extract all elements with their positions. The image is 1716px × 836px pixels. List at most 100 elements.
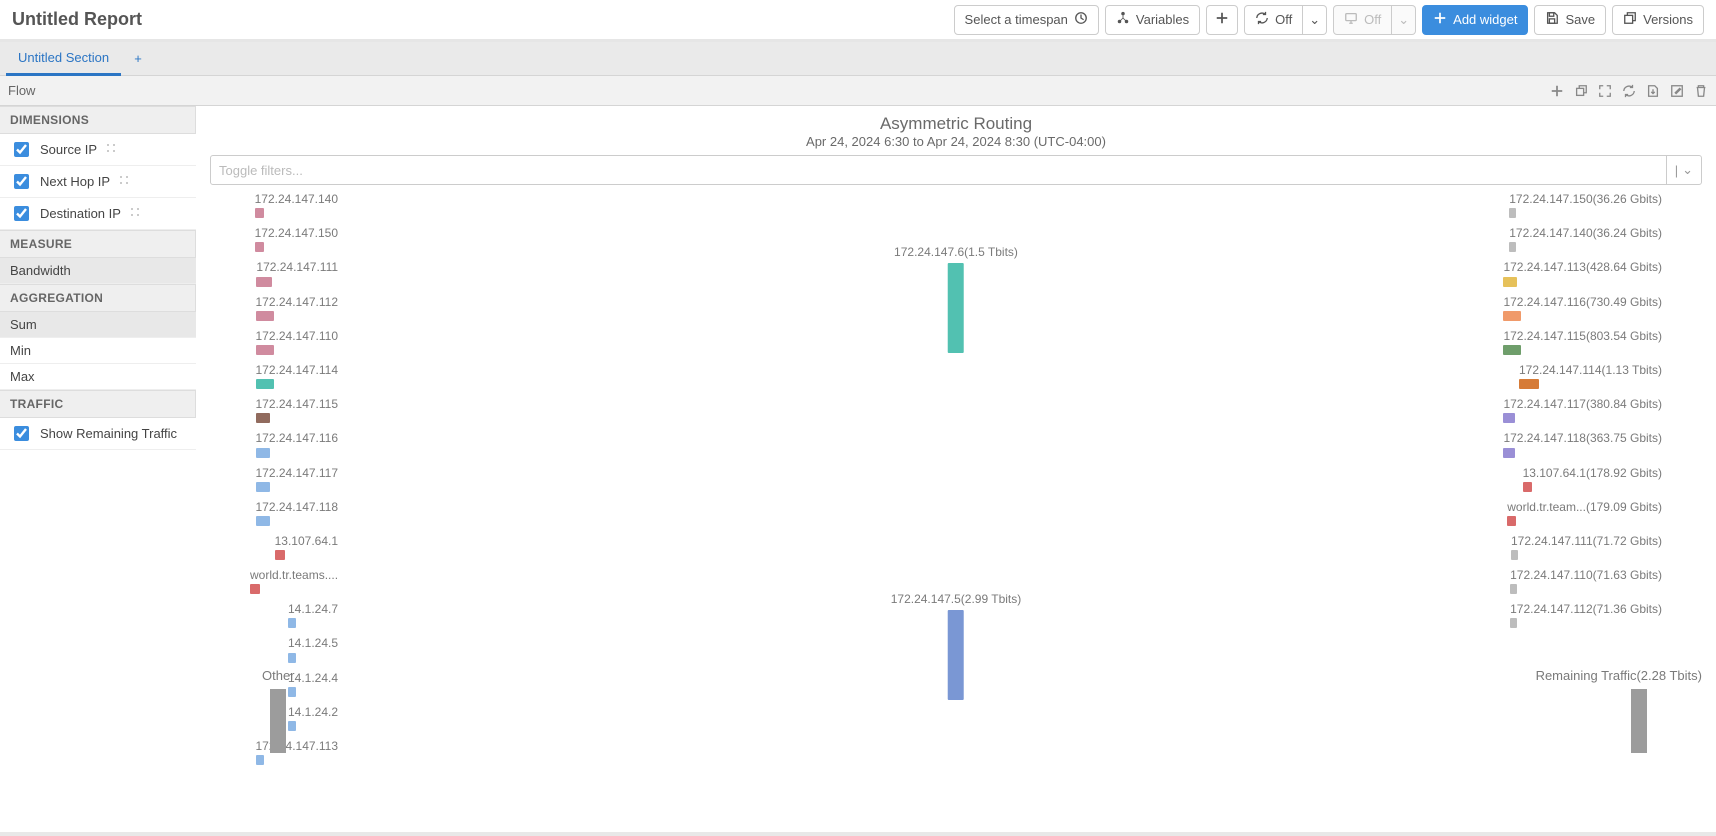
dest-label: 172.24.147.112(71.36 Gbits): [1510, 602, 1662, 616]
present-caret[interactable]: ⌄: [1392, 5, 1416, 35]
dest-node[interactable]: 172.24.147.150(36.26 Gbits): [1509, 193, 1662, 218]
refresh-caret[interactable]: ⌄: [1303, 5, 1327, 35]
source-block: [288, 653, 296, 663]
dest-node[interactable]: 172.24.147.115(803.54 Gbits): [1503, 330, 1662, 355]
source-label: 172.24.147.116: [256, 431, 339, 445]
source-node[interactable]: 172.24.147.118: [256, 501, 339, 526]
source-block: [288, 618, 296, 628]
source-label: 172.24.147.150: [255, 226, 338, 240]
source-label: 172.24.147.140: [255, 192, 338, 206]
dest-node[interactable]: 13.107.64.1(178.92 Gbits): [1523, 467, 1662, 492]
dest-node[interactable]: 172.24.147.112(71.36 Gbits): [1510, 603, 1662, 628]
hop-node[interactable]: 172.24.147.5(2.99 Tbits): [891, 593, 1022, 700]
refresh-button[interactable]: Off: [1244, 5, 1303, 35]
source-node[interactable]: 172.24.147.110: [256, 330, 339, 355]
dest-node[interactable]: 172.24.147.118(363.75 Gbits): [1503, 432, 1662, 457]
versions-button[interactable]: Versions: [1612, 5, 1704, 35]
source-node[interactable]: 14.1.24.4: [288, 672, 338, 697]
dest-block: [1511, 550, 1518, 560]
grip-icon[interactable]: [129, 206, 141, 221]
grip-icon[interactable]: [118, 174, 130, 189]
dest-label: 13.107.64.1(178.92 Gbits): [1523, 466, 1662, 480]
save-icon: [1545, 11, 1559, 28]
source-block: [256, 311, 274, 321]
widget-name: Flow: [8, 83, 1550, 98]
save-button[interactable]: Save: [1534, 5, 1606, 35]
add-button[interactable]: [1206, 5, 1238, 35]
widget-export-icon[interactable]: [1646, 84, 1660, 98]
dest-label: 172.24.147.117(380.84 Gbits): [1503, 397, 1662, 411]
dest-node[interactable]: 172.24.147.114(1.13 Tbits): [1519, 364, 1662, 389]
source-node[interactable]: 14.1.24.5: [288, 637, 338, 662]
dest-node[interactable]: 172.24.147.111(71.72 Gbits): [1511, 535, 1662, 560]
dimension-item[interactable]: Source IP: [0, 134, 196, 166]
dimension-checkbox[interactable]: [14, 142, 29, 157]
dimension-checkbox[interactable]: [14, 206, 29, 221]
source-node[interactable]: 172.24.147.114: [256, 364, 339, 389]
filter-bar[interactable]: Toggle filters... |⌄: [210, 155, 1702, 185]
add-section-button[interactable]: +: [121, 51, 155, 66]
dimension-label: Destination IP: [40, 206, 121, 221]
dimension-item[interactable]: Next Hop IP: [0, 166, 196, 198]
tab-section[interactable]: Untitled Section: [6, 42, 121, 76]
aggregation-item[interactable]: Min: [0, 338, 196, 364]
sankey-middle: 172.24.147.6(1.5 Tbits) 172.24.147.5(2.9…: [891, 193, 1022, 753]
aggregation-item[interactable]: Sum: [0, 312, 196, 338]
source-label: 172.24.147.113: [256, 739, 339, 753]
source-label: world.tr.teams....: [250, 568, 338, 582]
source-node[interactable]: 172.24.147.113: [256, 740, 339, 765]
widget-edit-icon[interactable]: [1670, 84, 1684, 98]
grip-icon[interactable]: [105, 142, 117, 157]
source-block: [288, 721, 296, 731]
aggregation-label: Min: [10, 343, 31, 358]
other-source-block: [270, 689, 286, 753]
dest-label: 172.24.147.115(803.54 Gbits): [1503, 329, 1662, 343]
aggregation-item[interactable]: Max: [0, 364, 196, 390]
source-node[interactable]: 172.24.147.115: [256, 398, 339, 423]
source-node[interactable]: 172.24.147.111: [256, 261, 338, 286]
variables-button[interactable]: Variables: [1105, 5, 1200, 35]
widget-add-icon[interactable]: [1550, 84, 1564, 98]
add-widget-label: Add widget: [1453, 12, 1517, 27]
dest-node[interactable]: 172.24.147.110(71.63 Gbits): [1510, 569, 1662, 594]
dest-block: [1503, 311, 1521, 321]
source-label: 172.24.147.110: [256, 329, 339, 343]
dest-node[interactable]: 172.24.147.140(36.24 Gbits): [1509, 227, 1662, 252]
source-node[interactable]: 172.24.147.140: [255, 193, 338, 218]
source-block: [256, 448, 270, 458]
source-node[interactable]: 172.24.147.150: [255, 227, 338, 252]
dest-node[interactable]: 172.24.147.117(380.84 Gbits): [1503, 398, 1662, 423]
present-split: Off ⌄: [1333, 5, 1416, 35]
source-node[interactable]: 14.1.24.2: [288, 706, 338, 731]
source-node[interactable]: 13.107.64.1: [275, 535, 338, 560]
source-block: [256, 413, 270, 423]
traffic-item[interactable]: Show Remaining Traffic: [0, 418, 196, 450]
source-node[interactable]: 14.1.24.7: [288, 603, 338, 628]
source-node[interactable]: world.tr.teams....: [250, 569, 338, 594]
widget-copy-icon[interactable]: [1574, 84, 1588, 98]
source-node[interactable]: 172.24.147.116: [256, 432, 339, 457]
present-button[interactable]: Off: [1333, 5, 1392, 35]
dest-block: [1503, 345, 1521, 355]
source-label: 14.1.24.2: [288, 705, 338, 719]
timespan-button[interactable]: Select a timespan: [954, 5, 1099, 35]
source-block: [255, 208, 264, 218]
widget-fullscreen-icon[interactable]: [1598, 84, 1612, 98]
dimension-item[interactable]: Destination IP: [0, 198, 196, 230]
dest-node[interactable]: 172.24.147.113(428.64 Gbits): [1503, 261, 1662, 286]
dimension-checkbox[interactable]: [14, 174, 29, 189]
dest-node[interactable]: world.tr.team...(179.09 Gbits): [1507, 501, 1662, 526]
measure-header: MEASURE: [0, 230, 196, 258]
widget-refresh-icon[interactable]: [1622, 84, 1636, 98]
traffic-checkbox[interactable]: [14, 426, 29, 441]
hop-node[interactable]: 172.24.147.6(1.5 Tbits): [894, 246, 1018, 353]
dest-block: [1503, 448, 1515, 458]
measure-item[interactable]: Bandwidth: [0, 258, 196, 284]
dest-node[interactable]: 172.24.147.116(730.49 Gbits): [1503, 296, 1662, 321]
source-node[interactable]: 172.24.147.117: [256, 467, 339, 492]
filter-dropdown[interactable]: |⌄: [1666, 156, 1693, 184]
source-node[interactable]: 172.24.147.112: [256, 296, 339, 321]
aggregation-label: Max: [10, 369, 35, 384]
add-widget-button[interactable]: Add widget: [1422, 5, 1528, 35]
widget-delete-icon[interactable]: [1694, 84, 1708, 98]
